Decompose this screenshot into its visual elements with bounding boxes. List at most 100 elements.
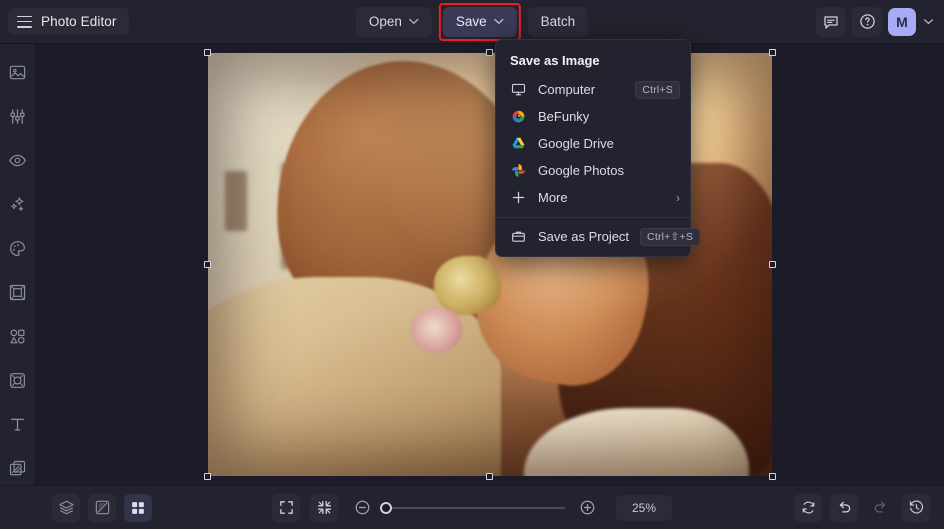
- header-center-actions: Open Save Batch: [355, 2, 589, 41]
- zoom-slider[interactable]: [380, 501, 565, 514]
- sidebar-item-graphics[interactable]: [4, 322, 32, 350]
- sparkles-icon: [11, 196, 24, 211]
- chevron-down-icon: [409, 18, 419, 25]
- account-chevron-down-icon[interactable]: [923, 16, 934, 28]
- expand-fullscreen-icon: [279, 501, 293, 514]
- plus-icon: [510, 189, 527, 206]
- app-header: Photo Editor Open Save Batch M: [0, 0, 944, 44]
- chevron-down-icon: [493, 18, 504, 25]
- save-button[interactable]: Save: [442, 6, 517, 37]
- resize-handle-middle-right[interactable]: [769, 260, 776, 268]
- hamburger-icon: [17, 15, 32, 28]
- save-button-label: Save: [455, 14, 487, 29]
- menu-item-befunky[interactable]: BeFunky: [496, 103, 690, 130]
- sidebar-item-text[interactable]: [4, 410, 32, 438]
- google-photos-icon: [510, 162, 527, 179]
- menu-divider: [496, 217, 690, 218]
- undo-arrow-icon: [839, 501, 850, 513]
- collapse-fit-icon: [317, 501, 331, 514]
- text-t-icon: [10, 418, 25, 431]
- zoom-in-button[interactable]: [579, 499, 596, 516]
- sidebar-item-stickers[interactable]: [4, 366, 32, 394]
- menu-item-label: Save as Project: [538, 229, 630, 244]
- menu-item-shortcut: Ctrl+S: [635, 80, 680, 99]
- resize-handle-top-left[interactable]: [204, 49, 211, 56]
- sliders-icon: [10, 108, 25, 124]
- app-menu-brand-button[interactable]: Photo Editor: [8, 8, 129, 35]
- batch-button[interactable]: Batch: [527, 6, 589, 37]
- resize-handle-bottom-right[interactable]: [769, 473, 776, 480]
- sidebar-item-effects-eye[interactable]: [4, 146, 32, 174]
- tools-sidebar: [0, 44, 36, 485]
- open-button[interactable]: Open: [355, 6, 432, 37]
- project-box-icon: [510, 228, 527, 245]
- image-edit-icon: [9, 65, 26, 79]
- sidebar-item-touch-up[interactable]: [4, 102, 32, 130]
- monitor-icon: [510, 81, 527, 98]
- resize-handle-middle-left[interactable]: [204, 260, 211, 268]
- zoom-slider-track[interactable]: [380, 501, 565, 514]
- save-dropdown-menu: Save as Image Computer Ctrl+S BeFunky Go…: [495, 39, 701, 257]
- sidebar-item-overlays[interactable]: [4, 454, 32, 482]
- compare-button[interactable]: [88, 493, 116, 522]
- save-button-highlight: Save: [438, 2, 521, 41]
- zoom-level-value[interactable]: 25%: [616, 494, 672, 521]
- header-right-actions: M: [816, 6, 934, 37]
- sticker-icon: [10, 372, 25, 388]
- editor-canvas[interactable]: [36, 44, 944, 485]
- resize-handle-top-right[interactable]: [769, 49, 776, 56]
- google-drive-icon: [510, 135, 527, 152]
- layers-overlay-icon: [9, 460, 26, 475]
- photo-editor-app: Photo Editor Open Save Batch M 25% Save …: [0, 0, 944, 529]
- sidebar-item-frames[interactable]: [4, 278, 32, 306]
- menu-item-shortcut: Ctrl+⇧+S: [640, 227, 701, 246]
- batch-button-label: Batch: [540, 14, 576, 29]
- menu-item-more[interactable]: More ›: [496, 184, 690, 211]
- menu-item-computer[interactable]: Computer Ctrl+S: [496, 76, 690, 103]
- reset-refresh-icon: [802, 501, 814, 514]
- history-button[interactable]: [902, 493, 930, 522]
- plus-circle-icon: [580, 500, 595, 515]
- palette-icon: [10, 240, 25, 256]
- minus-circle-icon: [355, 500, 370, 515]
- app-title: Photo Editor: [41, 14, 117, 29]
- layers-stack-icon: [58, 500, 74, 515]
- resize-handle-top-center[interactable]: [486, 49, 493, 56]
- menu-item-label: More: [538, 190, 568, 205]
- menu-item-google-drive[interactable]: Google Drive: [496, 130, 690, 157]
- resize-handle-bottom-left[interactable]: [204, 473, 211, 480]
- open-button-label: Open: [368, 14, 402, 29]
- grid-button[interactable]: [124, 493, 152, 522]
- redo-arrow-icon: [874, 501, 885, 513]
- zoom-slider-knob[interactable]: [380, 501, 392, 514]
- feedback-button[interactable]: [816, 6, 846, 37]
- history-clock-icon: [909, 500, 923, 514]
- sidebar-item-artsy[interactable]: [4, 234, 32, 262]
- bottom-right-tools: [794, 493, 930, 522]
- fit-to-screen-button[interactable]: [310, 493, 338, 522]
- sidebar-item-ai-effects[interactable]: [4, 190, 32, 218]
- photo-detail-flower: [433, 256, 502, 316]
- reset-button[interactable]: [794, 493, 822, 522]
- zoom-out-button[interactable]: [354, 499, 371, 516]
- menu-item-label: BeFunky: [538, 109, 590, 124]
- resize-handle-bottom-center[interactable]: [486, 473, 493, 480]
- help-button[interactable]: [852, 6, 882, 37]
- menu-item-google-photos[interactable]: Google Photos: [496, 157, 690, 184]
- undo-button[interactable]: [830, 493, 858, 522]
- menu-item-label: Google Drive: [538, 136, 614, 151]
- avatar-initial: M: [896, 13, 908, 30]
- menu-item-save-as-project[interactable]: Save as Project Ctrl+⇧+S: [496, 223, 701, 250]
- sidebar-item-edit[interactable]: [4, 58, 32, 86]
- bottom-left-tools: [52, 493, 152, 522]
- eye-icon: [8, 154, 26, 166]
- redo-button[interactable]: [866, 494, 894, 522]
- frame-icon: [9, 284, 26, 300]
- menu-item-label: Google Photos: [538, 163, 625, 178]
- user-avatar[interactable]: M: [888, 7, 916, 36]
- question-mark-help-icon: [859, 14, 875, 29]
- chat-feedback-icon: [824, 15, 838, 29]
- fullscreen-button[interactable]: [272, 493, 300, 522]
- zoom-controls: 25%: [272, 493, 672, 522]
- layers-button[interactable]: [52, 493, 80, 522]
